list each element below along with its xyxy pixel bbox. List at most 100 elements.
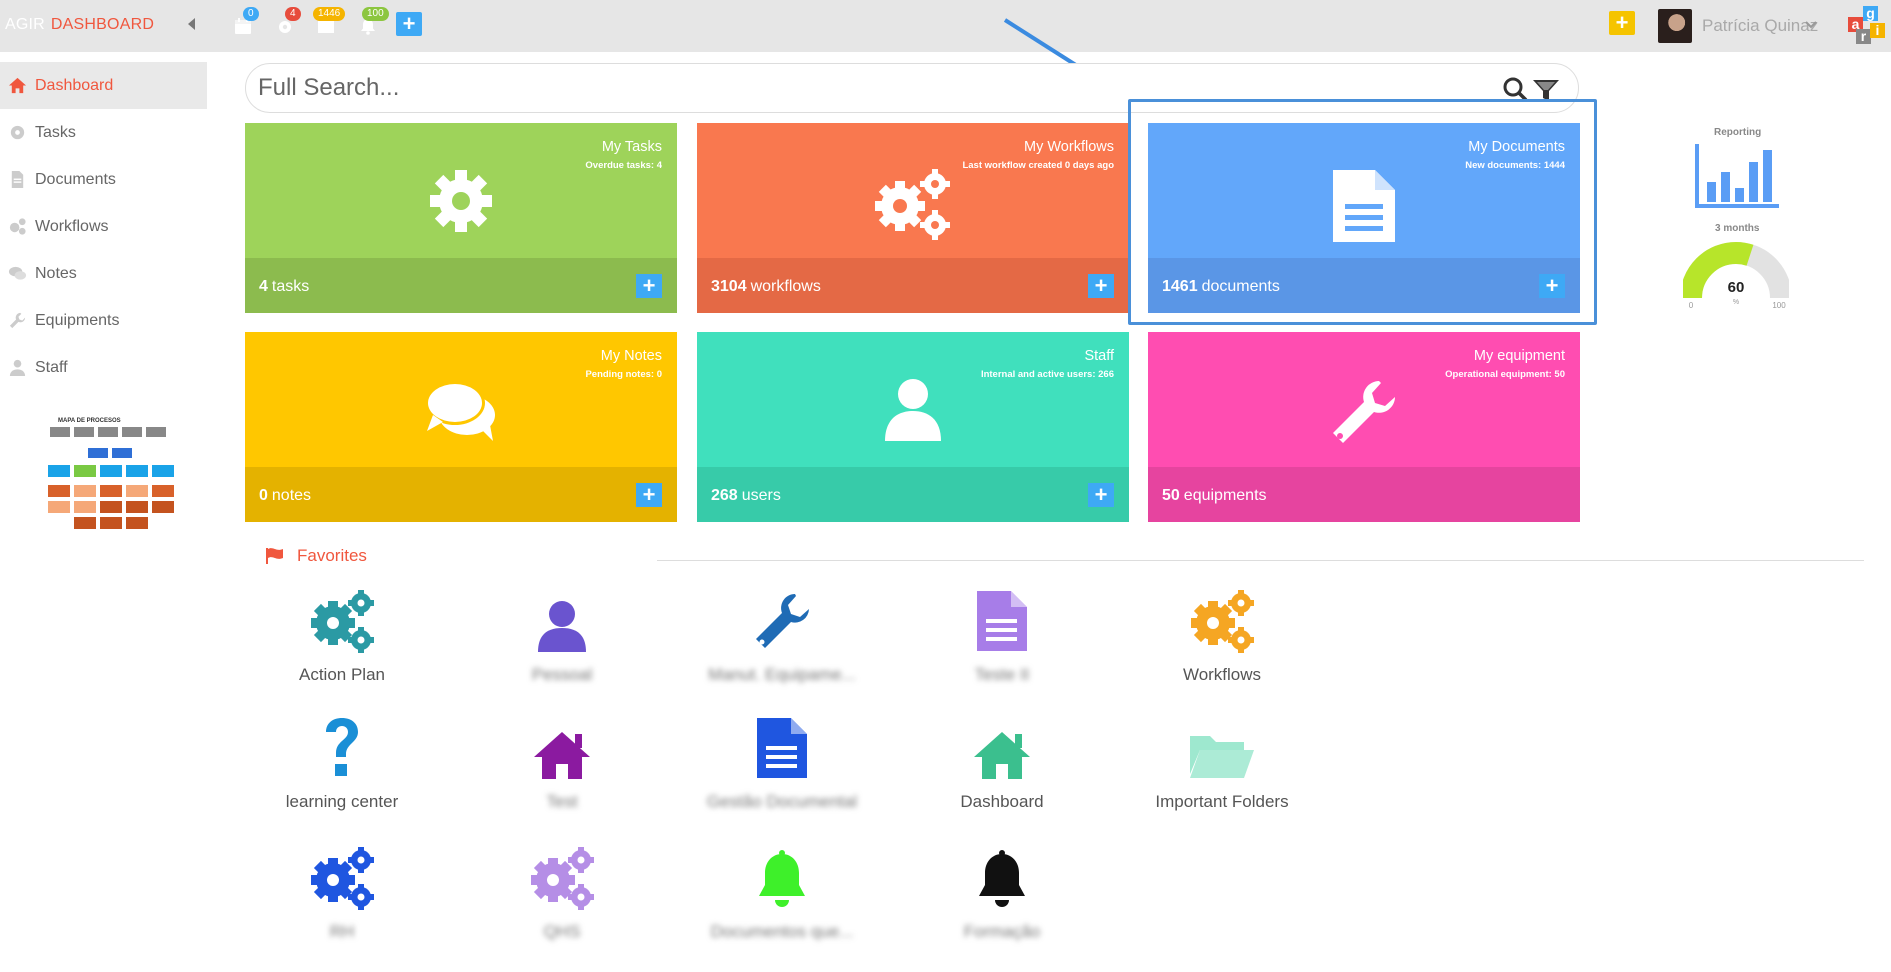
add-note-button[interactable]: + xyxy=(636,483,662,507)
favorites-header: Favorites xyxy=(265,546,367,566)
wrench-icon xyxy=(692,583,872,653)
gears-icon xyxy=(9,218,26,235)
favorite-item[interactable]: learning center xyxy=(252,710,432,812)
process-map-thumbnail[interactable]: MAPA DE PROCESOS xyxy=(10,412,180,537)
calendar-badge: 0 xyxy=(243,7,259,21)
document-icon xyxy=(912,583,1092,653)
tile-my-workflows[interactable]: My Workflows Last workflow created 0 day… xyxy=(697,123,1129,313)
favorite-label: Documentos que... xyxy=(710,922,854,941)
gauge-min: 0 xyxy=(1689,301,1694,308)
tile-title: My Notes xyxy=(600,348,662,364)
tile-unit: workflows xyxy=(750,278,821,295)
favorite-item[interactable]: QHS xyxy=(472,840,652,942)
logo-letter-i: i xyxy=(1870,23,1885,38)
bell-icon xyxy=(692,840,872,910)
gear-icon xyxy=(10,125,25,140)
home-icon xyxy=(8,77,27,94)
sidebar-item-dashboard[interactable]: Dashboard xyxy=(0,62,207,109)
tile-count: 0 xyxy=(259,487,268,504)
tile-staff[interactable]: Staff Internal and active users: 266 268… xyxy=(697,332,1129,522)
tile-subtitle: Internal and active users: 266 xyxy=(980,369,1114,380)
comments-icon xyxy=(8,266,27,280)
favorite-label: Action Plan xyxy=(299,665,385,684)
sidebar-item-label: Tasks xyxy=(35,123,76,141)
brand-secondary: DASHBOARD xyxy=(50,16,155,33)
sidebar-item-label: Workflows xyxy=(35,217,109,235)
sidebar-item-label: Documents xyxy=(35,170,116,188)
favorite-item[interactable]: Important Folders xyxy=(1132,710,1312,812)
favorite-item[interactable]: Dashboard xyxy=(912,710,1092,812)
home-icon xyxy=(472,710,652,780)
favorite-label: learning center xyxy=(285,792,399,811)
sidebar-item-tasks[interactable]: Tasks xyxy=(0,109,207,156)
favorites-divider xyxy=(657,560,1864,561)
brand-primary: AGIR xyxy=(5,16,45,33)
tile-footer: 3104 workflows + xyxy=(697,258,1129,313)
favorite-label: Pessoal xyxy=(531,665,593,684)
app-logo[interactable]: a g r i xyxy=(1846,3,1886,47)
add-workflow-button[interactable]: + xyxy=(1088,274,1114,298)
notifications-badge: 100 xyxy=(362,7,389,21)
collapse-sidebar-icon[interactable] xyxy=(188,18,195,30)
add-task-button[interactable]: + xyxy=(636,274,662,298)
favorite-label: Dashboard xyxy=(960,792,1044,811)
tile-footer: 0 notes + xyxy=(245,467,677,522)
folder-icon xyxy=(1132,710,1312,780)
gear-icon xyxy=(430,170,492,232)
user-name[interactable]: Patrícia Quinaz xyxy=(1702,16,1818,36)
favorite-item[interactable]: Teste II xyxy=(912,583,1092,685)
tile-title: Staff xyxy=(1084,348,1114,364)
favorite-item[interactable]: Gestão Documental xyxy=(692,710,872,812)
sidebar-item-equipments[interactable]: Equipments xyxy=(0,297,207,344)
settings-badge: 4 xyxy=(285,7,301,21)
tile-count: 268 xyxy=(711,487,738,504)
add-user-button[interactable]: + xyxy=(1088,483,1114,507)
flag-icon xyxy=(266,548,283,564)
favorite-label: Formação xyxy=(963,922,1041,941)
messages-badge: 1446 xyxy=(313,7,346,21)
favorite-item[interactable]: RH xyxy=(252,840,432,942)
tile-count: 4 xyxy=(259,278,268,295)
chevron-down-icon[interactable] xyxy=(1805,19,1817,31)
favorite-item[interactable]: Documentos que... xyxy=(692,840,872,942)
quick-add-button[interactable]: + xyxy=(396,12,422,36)
tile-my-tasks[interactable]: My Tasks Overdue tasks: 4 4 tasks + xyxy=(245,123,677,313)
tile-footer: 50 equipments xyxy=(1148,467,1580,522)
favorite-item[interactable]: Formação xyxy=(912,840,1092,942)
sidebar-item-staff[interactable]: Staff xyxy=(0,344,207,391)
gears-icon xyxy=(252,840,432,910)
tile-unit: tasks xyxy=(271,278,310,295)
tile-title: My equipment xyxy=(1473,348,1565,364)
favorite-label: RH xyxy=(329,922,355,941)
sidebar: Dashboard Tasks Documents Workflows Note… xyxy=(0,62,207,391)
favorite-item[interactable]: Workflows xyxy=(1132,583,1312,685)
tile-count: 3104 xyxy=(711,278,747,295)
sidebar-item-notes[interactable]: Notes xyxy=(0,250,207,297)
wrench-icon xyxy=(1333,381,1395,443)
favorite-item[interactable]: Manut. Equipame... xyxy=(692,583,872,685)
tile-my-notes[interactable]: My Notes Pending notes: 0 0 notes + xyxy=(245,332,677,522)
gears-icon xyxy=(252,583,432,653)
sidebar-item-documents[interactable]: Documents xyxy=(0,156,207,203)
gauge-max: 100 xyxy=(1772,301,1786,308)
favorite-item[interactable]: Test xyxy=(472,710,652,812)
tile-my-equipment[interactable]: My equipment Operational equipment: 50 5… xyxy=(1148,332,1580,522)
favorite-label: Manut. Equipame... xyxy=(708,665,856,684)
tile-unit: equipments xyxy=(1183,487,1267,504)
favorite-item[interactable]: Action Plan xyxy=(252,583,432,685)
gears-icon xyxy=(875,169,950,240)
sidebar-item-workflows[interactable]: Workflows xyxy=(0,203,207,250)
brand[interactable]: AGIR DASHBOARD xyxy=(5,16,154,34)
highlight-box xyxy=(1128,99,1597,325)
sidebar-item-label: Staff xyxy=(35,358,68,376)
favorites-title: Favorites xyxy=(297,546,367,565)
gears-icon xyxy=(472,840,652,910)
bar-chart-icon[interactable] xyxy=(1693,142,1781,210)
favorite-label: Important Folders xyxy=(1155,792,1289,811)
tile-count: 50 xyxy=(1162,487,1180,504)
create-button[interactable]: + xyxy=(1609,11,1635,35)
sidebar-item-label: Equipments xyxy=(35,311,120,329)
favorite-item[interactable]: Pessoal xyxy=(472,583,652,685)
tile-footer: 268 users + xyxy=(697,467,1129,522)
avatar[interactable] xyxy=(1658,9,1692,43)
